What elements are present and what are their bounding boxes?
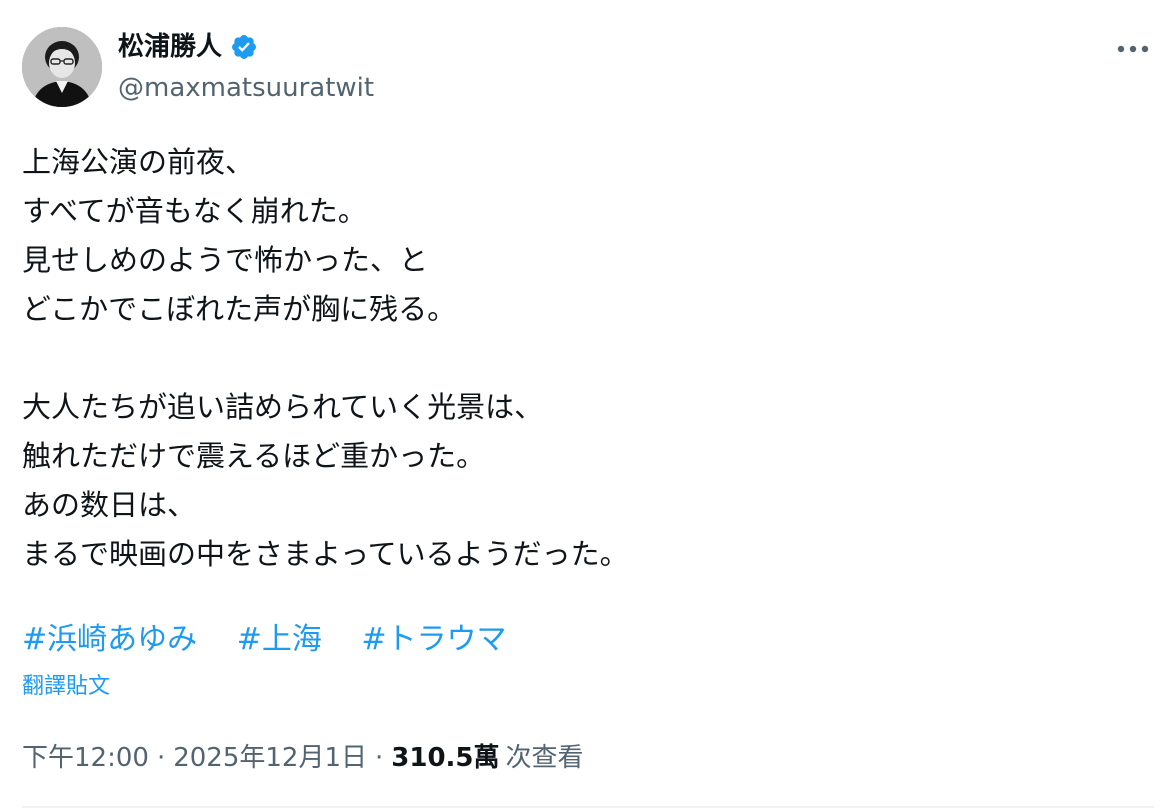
more-horizontal-icon (1117, 45, 1149, 53)
tweet-line: まるで映画の中をさまよっているようだった。 (22, 537, 629, 571)
profile-photo-icon (22, 27, 102, 107)
author-display-name[interactable]: 松浦勝人 (118, 30, 222, 64)
author-name-row: 松浦勝人 (118, 30, 258, 64)
meta-separator: · (156, 743, 166, 773)
verified-badge-icon[interactable] (230, 33, 258, 61)
hashtag-link[interactable]: #浜崎あゆみ (22, 622, 197, 657)
views-label: 次查看 (505, 743, 584, 773)
tweet-line: 触れただけで震えるほど重かった。 (22, 439, 486, 473)
author-handle[interactable]: @maxmatsuuratwit (118, 71, 374, 105)
post-time[interactable]: 下午12:00 (22, 743, 149, 773)
translate-post-link[interactable]: 翻譯貼文 (22, 671, 110, 703)
hashtag-link[interactable]: #上海 (237, 622, 322, 657)
tweet-line: あの数日は、 (22, 488, 197, 522)
tweet-line: 見せしめのようで怖かった、と (22, 243, 429, 277)
tweet-meta: 下午12:00 · 2025年12月1日 · 310.5萬 次查看 (22, 739, 584, 777)
tweet-line: 上海公演の前夜、 (22, 145, 255, 179)
tweet-card: 松浦勝人 @maxmatsuuratwit 上海公演の前夜、 すべてが音もなく崩… (0, 0, 1176, 812)
tweet-line: 大人たちが追い詰められていく光景は、 (22, 390, 544, 424)
meta-separator: · (375, 743, 384, 773)
divider (22, 806, 1154, 808)
views-count: 310.5萬 (391, 743, 500, 773)
tweet-line: すべてが音もなく崩れた。 (22, 194, 367, 228)
more-options-button[interactable] (1112, 32, 1154, 66)
hashtag-list: #浜崎あゆみ #上海 #トラウマ (22, 614, 537, 666)
tweet-line: どこかでこぼれた声が胸に残る。 (22, 292, 457, 326)
hashtag-link[interactable]: #トラウマ (361, 622, 506, 657)
tweet-text: 上海公演の前夜、 すべてが音もなく崩れた。 見せしめのようで怖かった、と どこか… (22, 138, 1142, 579)
avatar[interactable] (22, 27, 102, 107)
post-date[interactable]: 2025年12月1日 (173, 743, 367, 773)
